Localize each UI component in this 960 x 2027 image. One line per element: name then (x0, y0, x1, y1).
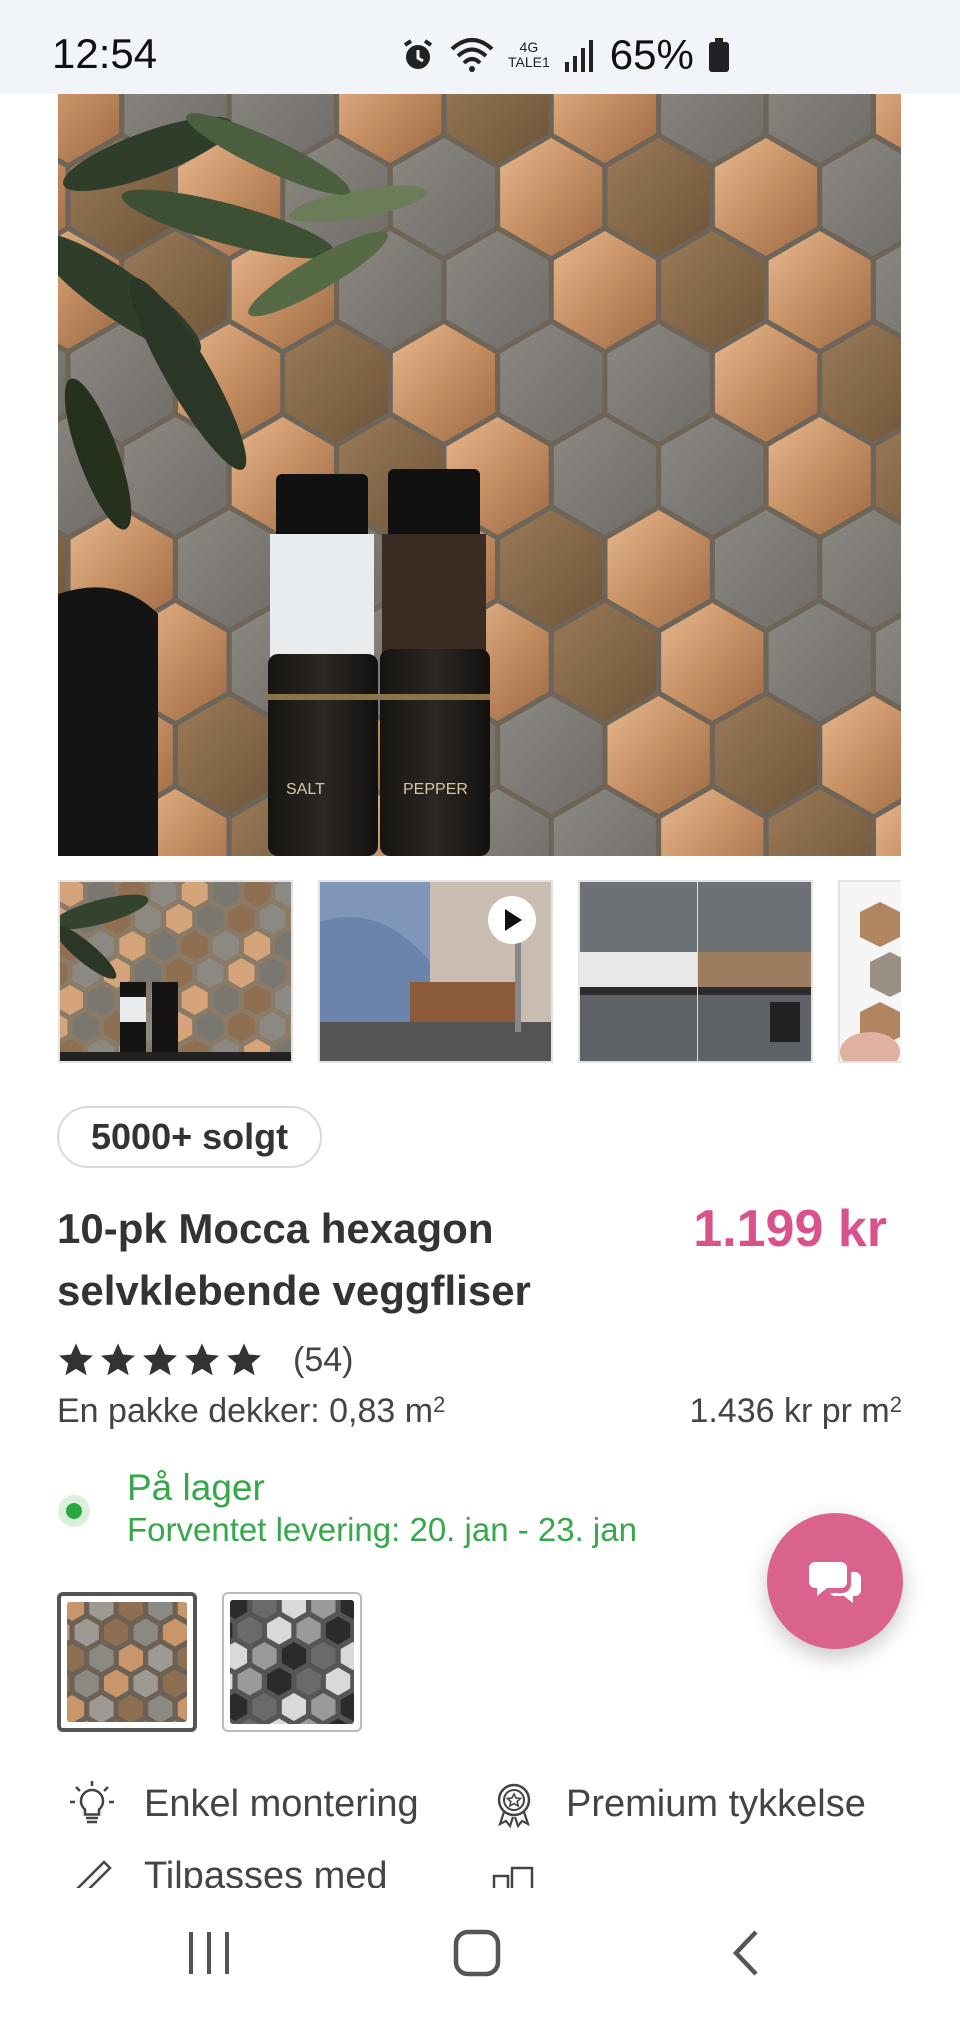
svg-text:PEPPER: PEPPER (403, 781, 468, 798)
thumbnail-1[interactable] (58, 880, 293, 1063)
thumbnail-strip[interactable] (58, 880, 901, 1063)
lightbulb-icon (70, 1781, 114, 1824)
feature-easy-install: Enkel montering (68, 1780, 419, 1828)
home-icon (453, 1929, 501, 1977)
battery-icon (708, 38, 729, 72)
svg-text:SALT: SALT (286, 781, 325, 798)
back-icon (732, 1930, 758, 1976)
variant-grey[interactable] (222, 1592, 362, 1732)
wifi-icon (450, 38, 494, 72)
back-button[interactable] (700, 1918, 790, 1988)
thumbnail-4[interactable] (838, 880, 901, 1063)
rating[interactable]: (54) (57, 1335, 353, 1385)
review-count[interactable]: (54) (293, 1341, 353, 1380)
recent-apps-icon (189, 1932, 229, 1974)
thumbnail-video[interactable] (318, 880, 553, 1063)
status-bar: 12:54 4G TALE1 65% (0, 0, 960, 94)
product-price: 1.199 kr (693, 1200, 887, 1258)
stock-status: På lager (127, 1467, 265, 1508)
variant-mocca[interactable] (57, 1592, 197, 1732)
star-icon (227, 1343, 261, 1376)
coverage-info: En pakke dekker: 0,83 m2 (57, 1392, 446, 1430)
feature-premium-thickness: Premium tykkelse (490, 1780, 866, 1828)
home-button[interactable] (432, 1918, 522, 1988)
status-icons: 4G TALE1 65% (400, 30, 730, 80)
system-navigation-bar (0, 1888, 960, 2027)
signal-icon (564, 40, 593, 72)
product-title: 10-pk Mocca hexagon selvklebende veggfli… (57, 1205, 531, 1314)
status-time: 12:54 (52, 30, 158, 77)
thumbnail-3[interactable] (578, 880, 813, 1063)
recent-apps-button[interactable] (164, 1918, 254, 1988)
price-per-square-meter: 1.436 kr pr m2 (689, 1392, 902, 1430)
chat-bubbles-icon (809, 1562, 861, 1603)
award-badge-icon (497, 1783, 531, 1828)
alarm-icon (403, 39, 433, 69)
product-main-image[interactable]: SALT PEPPER (58, 94, 901, 856)
star-icon (143, 1343, 177, 1376)
star-icon (185, 1343, 219, 1376)
rating-stars (57, 1341, 263, 1379)
star-icon (101, 1343, 135, 1376)
pepper-grinder: PEPPER (380, 469, 490, 856)
plant-pot (58, 587, 158, 856)
expected-delivery: Forventet levering: 20. jan - 23. jan (127, 1511, 637, 1548)
sold-count-badge: 5000+ solgt (57, 1106, 323, 1168)
star-icon (59, 1343, 93, 1376)
network-type: 4G TALE1 (508, 39, 550, 70)
battery-percent: 65% (609, 31, 694, 78)
chat-button[interactable] (767, 1513, 903, 1649)
salt-grinder: SALT (268, 474, 378, 856)
stock-status-icon (58, 1495, 90, 1527)
